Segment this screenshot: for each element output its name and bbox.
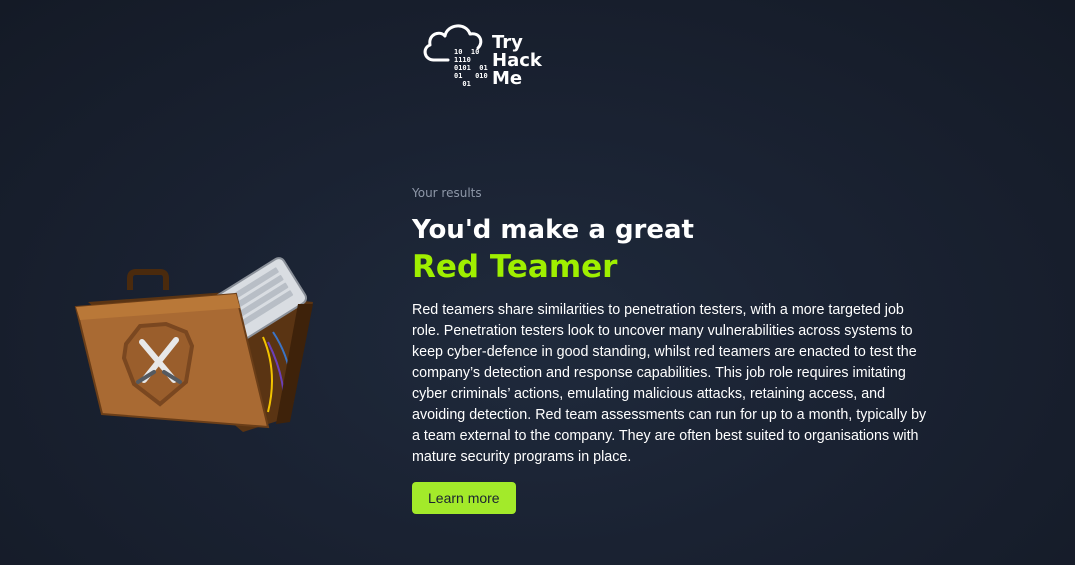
role-title: Red Teamer: [412, 249, 618, 285]
results-panel: Your results You'd make a great Red Team…: [412, 186, 942, 514]
logo-binary-digits: 10 10 1110 0101 01 01 010 01: [454, 48, 488, 88]
tryhackme-logo[interactable]: 10 10 1110 0101 01 01 010 01 Try Hack Me: [420, 18, 560, 96]
role-description: Red teamers share similarities to penetr…: [412, 302, 927, 465]
results-kicker: Your results: [412, 186, 482, 200]
learn-more-button[interactable]: Learn more: [412, 482, 516, 514]
logo-wordmark: Try Hack Me: [492, 34, 542, 88]
folder-with-keyboard-and-crossed-swords-icon: [74, 257, 313, 432]
results-headline: You'd make a great: [412, 215, 694, 245]
logo-word-me: Me: [492, 68, 523, 89]
